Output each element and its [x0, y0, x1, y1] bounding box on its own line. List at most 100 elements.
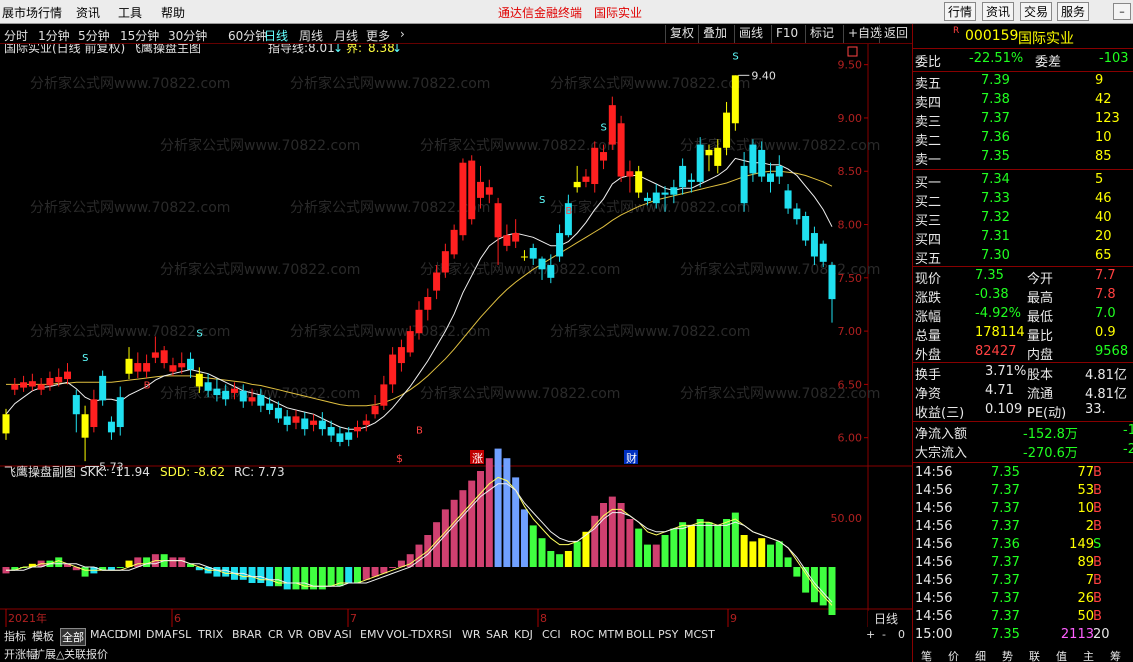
candle-body[interactable]	[547, 265, 555, 278]
candle-body[interactable]	[608, 105, 616, 145]
bottom-tab-0[interactable]: 开涨幅	[4, 646, 37, 662]
candle-body[interactable]	[353, 427, 361, 432]
candle-body[interactable]	[477, 181, 485, 198]
candle-body[interactable]	[125, 358, 133, 374]
candle-body[interactable]	[397, 347, 405, 364]
indicator-tab-24[interactable]: MCST	[684, 628, 715, 641]
bottom-tab-1[interactable]: 扩展△	[34, 646, 64, 662]
candle-body[interactable]	[450, 229, 458, 255]
candle-body[interactable]	[582, 176, 590, 182]
indicator-tab-9[interactable]: CR	[268, 628, 283, 641]
indicator-tab-19[interactable]: CCI	[542, 628, 561, 641]
menu-item-help[interactable]: 帮助	[161, 4, 185, 21]
candle-body[interactable]	[758, 149, 766, 177]
detail-tab-6[interactable]: 主	[1083, 648, 1094, 662]
period-tab-9[interactable]: 更多	[366, 27, 390, 44]
period-tab-7[interactable]: 周线	[299, 27, 323, 44]
zoom-out-icon[interactable]: -	[882, 628, 886, 641]
candle-body[interactable]	[64, 371, 72, 380]
candle-body[interactable]	[2, 414, 10, 434]
candle-body[interactable]	[406, 331, 414, 353]
candle-body[interactable]	[740, 165, 748, 204]
period-tab-8[interactable]: 月线	[334, 27, 358, 44]
candle-body[interactable]	[775, 165, 783, 177]
candle-body[interactable]	[266, 403, 274, 410]
candle-body[interactable]	[327, 427, 335, 436]
tool-button-0[interactable]: 复权	[665, 25, 698, 43]
candle-body[interactable]	[714, 147, 722, 166]
tick-row[interactable]: 14:56 7.35 77 B	[913, 464, 1133, 483]
candle-body[interactable]	[468, 160, 476, 220]
candle-body[interactable]	[178, 363, 186, 368]
candle-body[interactable]	[336, 433, 344, 442]
indicator-tab-2[interactable]: 全部	[60, 628, 86, 646]
candle-body[interactable]	[652, 192, 660, 204]
period-tab-3[interactable]: 15分钟	[120, 27, 159, 44]
zoom-reset-icon[interactable]: 0	[898, 628, 905, 641]
indicator-tab-23[interactable]: PSY	[658, 628, 678, 641]
indicator-tab-5[interactable]: DMA	[146, 628, 172, 641]
bottom-tab-2[interactable]: 关联报价	[64, 646, 108, 662]
candle-body[interactable]	[679, 165, 687, 188]
candle-body[interactable]	[766, 173, 774, 182]
kline-chart[interactable]: 分析家公式网www.70822.com 分析家公式网www.70822.com 分析…	[0, 44, 912, 627]
candle-body[interactable]	[380, 384, 388, 406]
tick-row[interactable]: 14:56 7.37 89 B	[913, 554, 1133, 573]
candle-body[interactable]	[529, 247, 537, 259]
candle-body[interactable]	[143, 363, 151, 372]
candle-body[interactable]	[187, 358, 195, 370]
candle-body[interactable]	[107, 421, 115, 433]
tick-row[interactable]: 14:56 7.37 7 B	[913, 572, 1133, 591]
period-tab-4[interactable]: 30分钟	[168, 27, 207, 44]
candle-body[interactable]	[99, 375, 107, 401]
tick-row[interactable]: 14:56 7.36 149 S	[913, 536, 1133, 555]
indicator-tab-20[interactable]: ROC	[570, 628, 594, 641]
indicator-tab-12[interactable]: ASI	[334, 628, 352, 641]
minimize-icon[interactable]: –	[1113, 3, 1131, 20]
more-chevron-icon[interactable]: ›	[400, 27, 405, 41]
tick-row[interactable]: 14:56 7.37 2 B	[913, 518, 1133, 537]
period-tab-2[interactable]: 5分钟	[78, 27, 110, 44]
chart-window-icon[interactable]	[847, 46, 858, 57]
candle-body[interactable]	[362, 420, 370, 425]
candle-body[interactable]	[20, 382, 28, 388]
candle-body[interactable]	[345, 432, 353, 440]
quote-button[interactable]: 行情	[944, 2, 977, 21]
candle-body[interactable]	[670, 187, 678, 195]
candle-body[interactable]	[731, 75, 739, 124]
indicator-tab-4[interactable]: DMI	[120, 628, 141, 641]
candle-body[interactable]	[696, 144, 704, 182]
indicator-tab-21[interactable]: MTM	[598, 628, 624, 641]
period-tab-0[interactable]: 分时	[4, 27, 28, 44]
candle-body[interactable]	[292, 416, 300, 423]
candle-body[interactable]	[160, 350, 168, 364]
candle-body[interactable]	[151, 352, 159, 358]
candle-body[interactable]	[617, 123, 625, 177]
indicator-tab-17[interactable]: SAR	[486, 628, 508, 641]
detail-tab-0[interactable]: 笔	[921, 648, 932, 662]
candle-body[interactable]	[424, 297, 432, 310]
indicator-tab-14[interactable]: VOL-TDX	[386, 628, 434, 641]
period-tab-6[interactable]: 日线	[264, 27, 288, 44]
candle-body[interactable]	[169, 365, 177, 372]
candle-body[interactable]	[204, 382, 212, 391]
menu-item-tools[interactable]: 工具	[118, 4, 142, 21]
tool-button-3[interactable]: F10	[771, 25, 802, 43]
candle-body[interactable]	[55, 376, 63, 383]
candle-body[interactable]	[28, 381, 36, 387]
candle-body[interactable]	[520, 256, 528, 258]
detail-tab-3[interactable]: 势	[1002, 648, 1013, 662]
candle-body[interactable]	[441, 251, 449, 273]
news-button[interactable]: 资讯	[982, 2, 1015, 21]
candle-body[interactable]	[371, 405, 379, 415]
candle-body[interactable]	[512, 233, 520, 242]
candle-body[interactable]	[213, 388, 221, 396]
tool-button-1[interactable]: 叠加	[698, 25, 731, 43]
candle-body[interactable]	[802, 216, 810, 241]
candle-body[interactable]	[503, 235, 511, 246]
candle-body[interactable]	[723, 112, 731, 148]
detail-tab-5[interactable]: 值	[1056, 648, 1067, 662]
candle-body[interactable]	[195, 373, 203, 387]
candle-body[interactable]	[635, 171, 643, 193]
indicator-tab-6[interactable]: FSL	[172, 628, 191, 641]
